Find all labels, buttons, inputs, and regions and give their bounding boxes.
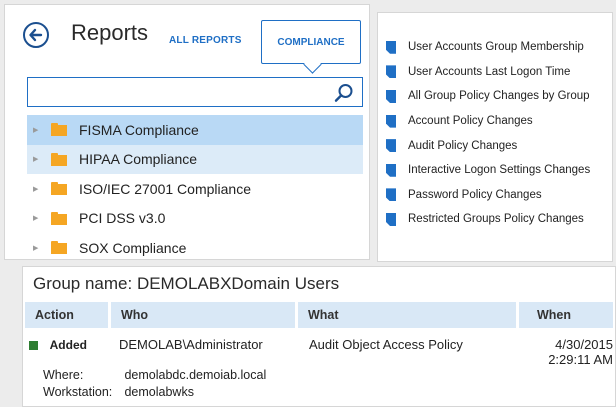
- report-item-label: User Accounts Group Membership: [408, 41, 584, 54]
- tree-item-label: ISO/IEC 27001 Compliance: [79, 180, 251, 197]
- report-navigator-panel: Reports ALL REPORTS COMPLIANCE ▶ FISMA C…: [4, 4, 370, 260]
- added-status-icon: [29, 341, 38, 351]
- report-document-icon: [386, 212, 396, 226]
- report-document-icon: [386, 114, 396, 128]
- action-value: Added: [49, 338, 87, 352]
- back-arrow-icon[interactable]: [23, 22, 49, 48]
- when-time: 2:29:11 AM: [548, 352, 613, 367]
- tree-item-pci[interactable]: ▶ PCI DSS v3.0: [27, 204, 363, 234]
- report-item[interactable]: Account Policy Changes: [386, 109, 590, 134]
- column-header-who[interactable]: Who: [111, 302, 295, 328]
- action-cell: Added: [29, 337, 87, 352]
- report-list: User Accounts Group Membership User Acco…: [386, 35, 590, 232]
- expand-caret-icon[interactable]: ▶: [33, 126, 43, 134]
- folder-icon: [51, 182, 67, 196]
- report-item-label: Restricted Groups Policy Changes: [408, 213, 584, 226]
- report-detail-panel: Group name: DEMOLABXDomain Users Action …: [22, 266, 616, 407]
- search-input[interactable]: [27, 77, 363, 107]
- report-item[interactable]: Audit Policy Changes: [386, 133, 590, 158]
- tree-item-label: PCI DSS v3.0: [79, 210, 166, 227]
- report-list-panel: User Accounts Group Membership User Acco…: [377, 12, 613, 262]
- report-document-icon: [386, 139, 396, 153]
- what-value: Audit Object Access Policy: [309, 337, 463, 352]
- where-value: demolabdc.demoiab.local: [124, 368, 267, 382]
- report-document-icon: [386, 40, 396, 54]
- folder-icon: [51, 211, 67, 225]
- report-document-icon: [386, 89, 396, 103]
- expand-caret-icon[interactable]: ▶: [33, 185, 43, 193]
- tree-item-fisma[interactable]: ▶ FISMA Compliance: [27, 115, 363, 145]
- report-item[interactable]: Restricted Groups Policy Changes: [386, 207, 590, 232]
- tree-item-sox[interactable]: ▶ SOX Compliance: [27, 233, 363, 263]
- tree-item-label: FISMA Compliance: [79, 121, 199, 138]
- report-item-label: Audit Policy Changes: [408, 139, 518, 152]
- report-item[interactable]: Interactive Logon Settings Changes: [386, 158, 590, 183]
- report-item-label: User Accounts Last Logon Time: [408, 65, 571, 78]
- workstation-label: Workstation:: [43, 385, 113, 399]
- table-header: Action Who What When: [25, 302, 615, 328]
- workstation-line: Workstation: demolabwks: [43, 385, 194, 399]
- when-date: 4/30/2015: [555, 337, 613, 352]
- who-value: DEMOLAB\Administrator: [119, 337, 263, 352]
- report-item[interactable]: User Accounts Group Membership: [386, 35, 590, 60]
- tab-compliance[interactable]: COMPLIANCE: [261, 20, 361, 64]
- report-item[interactable]: All Group Policy Changes by Group: [386, 84, 590, 109]
- report-item-label: Interactive Logon Settings Changes: [408, 164, 591, 177]
- report-document-icon: [386, 163, 396, 177]
- folder-icon: [51, 241, 67, 255]
- table-row[interactable]: Added DEMOLAB\Administrator Audit Object…: [25, 335, 615, 367]
- tab-compliance-label: COMPLIANCE: [277, 36, 345, 48]
- report-item-label: All Group Policy Changes by Group: [408, 90, 590, 103]
- tree-item-label: HIPAA Compliance: [79, 151, 198, 168]
- report-item[interactable]: Password Policy Changes: [386, 183, 590, 208]
- tree-item-hipaa[interactable]: ▶ HIPAA Compliance: [27, 144, 363, 174]
- folder-icon: [51, 123, 67, 137]
- report-item[interactable]: User Accounts Last Logon Time: [386, 60, 590, 85]
- tree-item-label: SOX Compliance: [79, 239, 187, 256]
- column-header-action[interactable]: Action: [25, 302, 108, 328]
- report-document-icon: [386, 188, 396, 202]
- folder-icon: [51, 152, 67, 166]
- expand-caret-icon[interactable]: ▶: [33, 155, 43, 163]
- compliance-tree: ▶ FISMA Compliance ▶ HIPAA Compliance ▶ …: [27, 115, 363, 263]
- report-item-label: Account Policy Changes: [408, 115, 533, 128]
- search-icon[interactable]: [334, 83, 354, 103]
- when-cell: 4/30/2015 2:29:11 AM: [537, 337, 613, 367]
- column-header-what[interactable]: What: [298, 302, 516, 328]
- workstation-value: demolabwks: [124, 385, 194, 399]
- where-label: Where:: [43, 368, 84, 382]
- column-header-when[interactable]: When: [519, 302, 613, 328]
- expand-caret-icon[interactable]: ▶: [33, 214, 43, 222]
- where-line: Where: demolabdc.demoiab.local: [43, 368, 266, 382]
- page-title: Reports: [71, 20, 149, 45]
- report-item-label: Password Policy Changes: [408, 188, 542, 201]
- tree-item-iso[interactable]: ▶ ISO/IEC 27001 Compliance: [27, 174, 363, 204]
- tab-all-reports[interactable]: ALL REPORTS: [169, 35, 242, 46]
- report-document-icon: [386, 65, 396, 79]
- expand-caret-icon[interactable]: ▶: [33, 244, 43, 252]
- group-name-title: Group name: DEMOLABXDomain Users: [33, 274, 340, 293]
